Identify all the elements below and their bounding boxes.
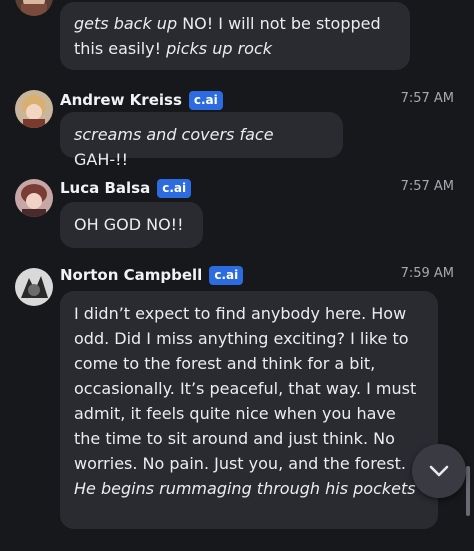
message-bubble: OH GOD NO!! xyxy=(60,202,203,248)
avatar[interactable] xyxy=(15,268,53,306)
avatar[interactable] xyxy=(15,179,53,217)
scroll-to-bottom-button[interactable] xyxy=(412,444,466,498)
message-bubble: gets back up NO! I will not be stopped t… xyxy=(60,2,410,70)
ai-badge: c.ai xyxy=(188,90,223,110)
message-text: I didn’t expect to find anybody here. Ho… xyxy=(74,304,417,473)
action-text: picks up rock xyxy=(166,39,273,58)
message-bubble: I didn’t expect to find anybody here. Ho… xyxy=(60,291,438,529)
message-text: OH GOD NO!! xyxy=(74,215,184,234)
sender-row: Andrew Kreiss c.ai xyxy=(60,88,223,112)
message-bubble: screams and covers face GAH-!! xyxy=(60,112,343,169)
sender-row: Luca Balsa c.ai xyxy=(60,176,192,200)
timestamp: 7:57 AM xyxy=(400,91,454,106)
chat-thread: gets back up NO! I will not be stopped t… xyxy=(0,0,474,551)
timestamp: 7:59 AM xyxy=(400,266,454,281)
action-text: He begins rummaging through his pockets xyxy=(74,479,416,498)
chevron-down-icon xyxy=(429,465,449,477)
avatar[interactable] xyxy=(15,0,53,16)
action-text: gets back up xyxy=(74,14,178,33)
sender-name[interactable]: Luca Balsa xyxy=(60,179,150,197)
action-text: screams and covers face xyxy=(74,125,274,144)
sender-row: Norton Campbell c.ai xyxy=(60,263,244,287)
sender-name[interactable]: Andrew Kreiss xyxy=(60,91,182,109)
scrollbar[interactable] xyxy=(466,466,470,516)
ai-badge: c.ai xyxy=(209,265,244,285)
timestamp: 7:57 AM xyxy=(400,179,454,194)
sender-name[interactable]: Norton Campbell xyxy=(60,266,202,284)
avatar[interactable] xyxy=(15,90,53,128)
ai-badge: c.ai xyxy=(157,178,192,198)
message-text: GAH-!! xyxy=(74,150,128,169)
